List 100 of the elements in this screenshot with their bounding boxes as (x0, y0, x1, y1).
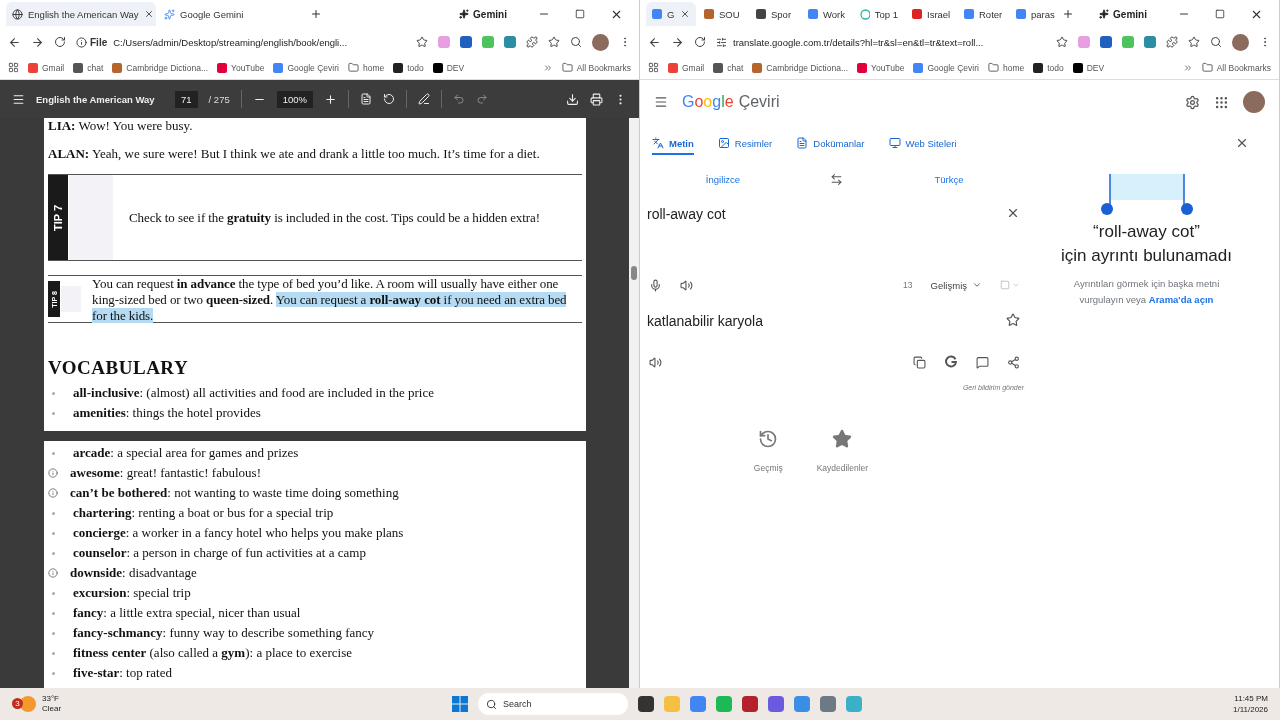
folder-icon[interactable] (561, 62, 573, 73)
browser-tab[interactable]: SOU (698, 2, 748, 26)
copy-icon[interactable] (913, 355, 926, 369)
fit-page-icon[interactable] (360, 93, 373, 105)
bookmark-item[interactable]: chat (73, 62, 104, 73)
search-tabs-icon[interactable] (570, 36, 582, 48)
sparkle-icon[interactable] (1099, 9, 1110, 19)
undo-icon[interactable] (453, 93, 466, 105)
bookmark-item[interactable]: DEV (432, 62, 465, 73)
browser-tab[interactable]: Work (802, 2, 852, 26)
app-icon[interactable] (742, 696, 758, 712)
extension-icon[interactable] (460, 36, 472, 48)
apps-grid-icon[interactable] (648, 62, 659, 73)
apps-grid-icon[interactable] (8, 62, 19, 73)
menu-icon[interactable] (12, 92, 25, 106)
star-icon[interactable] (1006, 313, 1020, 327)
browser-tab[interactable]: G (646, 2, 696, 26)
site-settings-icon[interactable] (716, 36, 727, 48)
new-tab-icon[interactable] (310, 8, 322, 20)
app-logo[interactable]: Google Çeviri (682, 93, 780, 111)
close-icon[interactable] (1235, 136, 1249, 150)
scrollbar-thumb[interactable] (631, 266, 637, 280)
share-icon[interactable] (1007, 355, 1020, 369)
bookmark-item[interactable]: Cambridge Dictiona... (112, 62, 208, 73)
image-icon[interactable] (717, 137, 730, 149)
search-tabs-icon[interactable] (1210, 36, 1222, 48)
mode-tab[interactable]: Metin (652, 133, 694, 155)
caret-icon[interactable] (972, 280, 982, 290)
bookmark-item[interactable]: Gmail (668, 62, 705, 73)
maximize-icon[interactable] (575, 9, 585, 19)
info-icon[interactable] (76, 36, 87, 48)
avatar[interactable] (592, 33, 609, 51)
bookmark-item[interactable]: DEV (1072, 62, 1105, 73)
saved-button[interactable]: Kaydedilenler (816, 429, 869, 473)
target-language[interactable]: Türkçe (934, 173, 964, 185)
settings-icon[interactable] (1185, 94, 1200, 110)
bookmark-item[interactable]: Cambridge Dictiona... (752, 62, 848, 73)
reload-icon[interactable] (694, 36, 706, 48)
bookmark-item[interactable]: Google Çeviri (913, 62, 979, 73)
bookmark-star-icon[interactable] (416, 36, 428, 48)
star-icon[interactable] (832, 429, 853, 449)
maximize-icon[interactable] (1215, 9, 1225, 19)
sparkle-icon[interactable] (459, 9, 470, 19)
back-arrow-icon[interactable] (648, 35, 661, 49)
download-icon[interactable] (566, 92, 579, 106)
browser-tab[interactable]: Roter (958, 2, 1008, 26)
star-list-icon[interactable] (1188, 36, 1200, 48)
folder-icon[interactable] (1201, 62, 1213, 73)
task-view-icon[interactable] (638, 696, 654, 712)
all-bookmarks-item[interactable]: All Bookmarks (561, 62, 631, 73)
document-icon[interactable] (796, 137, 809, 149)
chat-app-icon[interactable] (768, 696, 784, 712)
browser-tab[interactable]: Google Gemini (158, 2, 308, 26)
history-icon[interactable] (758, 429, 779, 449)
extension-icon[interactable] (1144, 36, 1156, 48)
translate-icon[interactable] (652, 137, 664, 149)
google-logo-icon[interactable] (944, 355, 958, 369)
source-text-field[interactable]: roll-away cot (647, 206, 726, 222)
bookmark-item[interactable]: todo (1033, 62, 1064, 73)
browser-tab[interactable]: Top 1 (854, 2, 904, 26)
weather-icon[interactable] (20, 696, 36, 712)
back-arrow-icon[interactable] (8, 35, 21, 49)
extension-icon[interactable] (504, 36, 516, 48)
bookmark-star-icon[interactable] (1056, 36, 1068, 48)
bookmark-item[interactable]: home (987, 62, 1025, 73)
browser-tab[interactable]: paras (1010, 2, 1060, 26)
history-button[interactable]: Geçmiş (753, 429, 783, 473)
forward-arrow-icon[interactable] (671, 35, 684, 49)
search-icon[interactable] (486, 698, 497, 710)
search-link[interactable]: Arama'da açın (1148, 294, 1214, 305)
gemini-button[interactable]: Gemini (459, 8, 507, 20)
browser-tab[interactable]: Israel (906, 2, 956, 26)
microphone-icon[interactable] (649, 278, 662, 292)
annotate-icon[interactable] (418, 93, 431, 105)
feedback-icon[interactable] (976, 355, 989, 369)
gemini-button[interactable]: Gemini (1099, 8, 1147, 20)
bookmark-item[interactable]: YouTube (217, 62, 265, 73)
bookmark-item[interactable]: todo (393, 62, 424, 73)
web-page-icon[interactable] (888, 137, 901, 149)
windows-start-icon[interactable] (452, 696, 468, 712)
bookmark-item[interactable]: home (347, 62, 385, 73)
browser-tab[interactable]: Spor (750, 2, 800, 26)
mode-tab[interactable]: Web Siteleri (888, 133, 957, 155)
address-bar[interactable]: translate.google.com.tr/details?hl=tr&sl=en&tl=tr&text=roll... (733, 36, 984, 48)
forward-arrow-icon[interactable] (31, 35, 44, 49)
source-language[interactable]: İngilizce (705, 173, 741, 185)
speaker-icon[interactable] (649, 355, 662, 369)
browser-tab[interactable]: English the American Way (6, 2, 156, 26)
star-list-icon[interactable] (548, 36, 560, 48)
bookmark-item[interactable]: YouTube (857, 62, 905, 73)
bookmark-item[interactable]: Gmail (28, 62, 65, 73)
swap-icon[interactable] (829, 172, 843, 186)
close-icon[interactable] (143, 9, 154, 19)
taskbar-search-field[interactable]: Search (478, 693, 628, 715)
scrollbar[interactable] (629, 118, 639, 688)
redo-icon[interactable] (476, 93, 489, 105)
mode-tab[interactable]: Resimler (717, 133, 773, 155)
avatar[interactable] (1232, 33, 1249, 51)
print-icon[interactable] (590, 92, 603, 106)
speaker-icon[interactable] (680, 278, 693, 292)
